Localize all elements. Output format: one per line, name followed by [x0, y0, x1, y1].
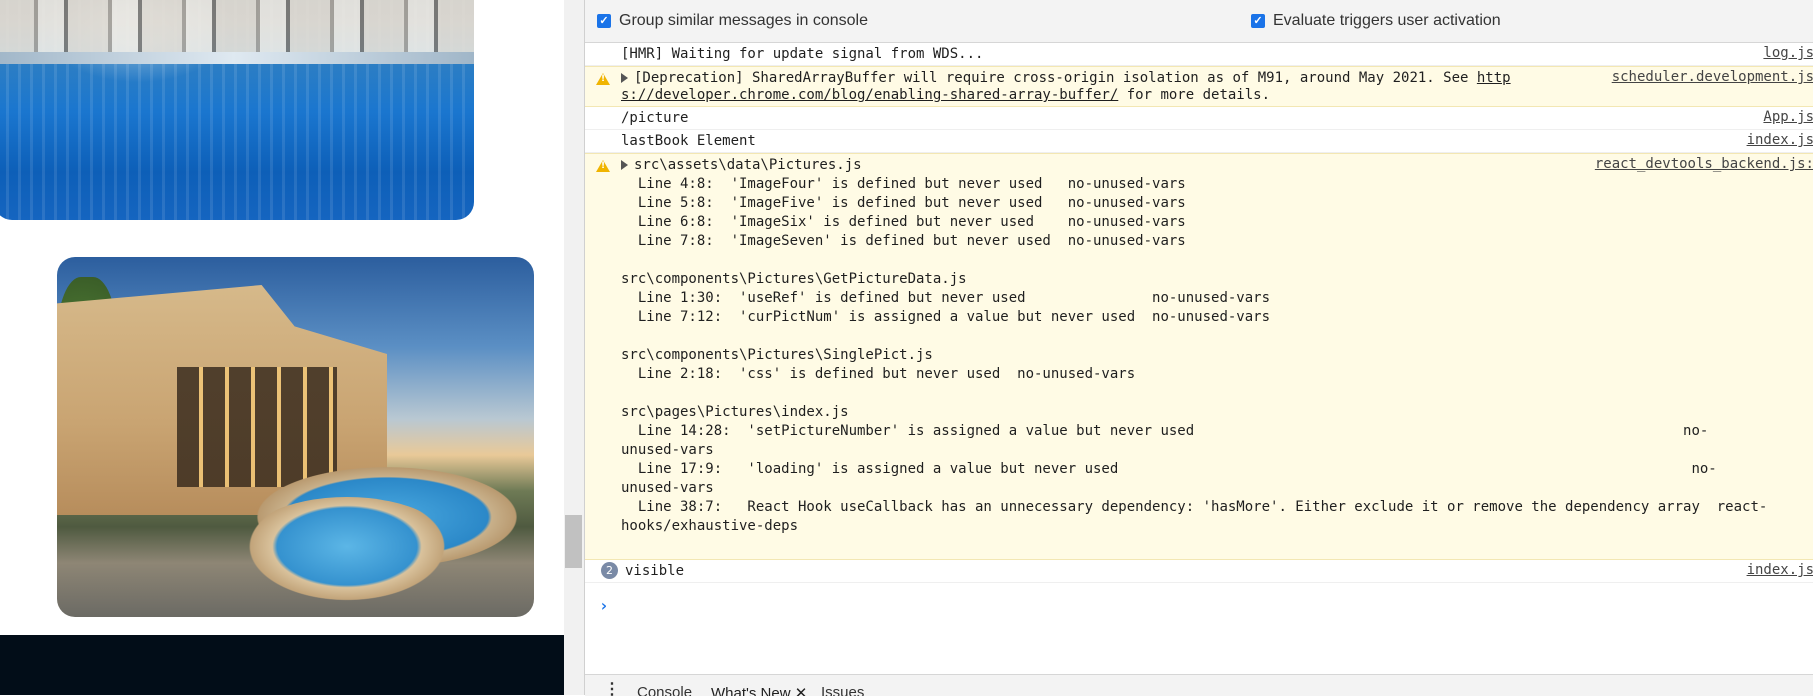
expand-caret-icon[interactable] [621, 160, 628, 170]
console-message: lastBook Element index.js [585, 130, 1813, 153]
group-similar-setting[interactable]: ✓ Group similar messages in console [597, 12, 868, 30]
console-settings-bar: ✓ Group similar messages in console ✓ Ev… [585, 0, 1813, 43]
eslint-detail-line: Line 7:8: 'ImageSeven' is defined but ne… [621, 233, 1186, 249]
console-warning: [Deprecation] SharedArrayBuffer will req… [585, 66, 1813, 107]
message-source-link[interactable]: log.js [1763, 45, 1813, 61]
evaluate-triggers-label: Evaluate triggers user activation [1273, 12, 1501, 29]
eslint-detail-line: src\components\Pictures\SinglePict.js [621, 347, 933, 363]
eslint-detail-line [621, 327, 1767, 346]
photo-building [0, 0, 474, 60]
eslint-detail-line: Line 7:12: 'curPictNum' is assigned a va… [621, 309, 1271, 325]
message-source-link[interactable]: index.js [1747, 562, 1813, 578]
eslint-details: Line 4:8: 'ImageFour' is defined but nev… [621, 175, 1767, 536]
message-source-link[interactable]: index.js [1747, 132, 1813, 148]
eslint-detail-line: Line 6:8: 'ImageSix' is defined but neve… [621, 214, 1186, 230]
message-link-continued[interactable]: s://developer.chrome.com/blog/enabling-s… [621, 87, 1118, 103]
eslint-detail-line: src\components\Pictures\GetPictureData.j… [621, 271, 967, 287]
tab-whats-new[interactable]: What's New ✕ [711, 684, 807, 696]
repeat-count-badge: 2 [601, 562, 618, 579]
page-scrollbar[interactable] [564, 0, 584, 695]
message-text: lastBook Element [621, 133, 756, 149]
evaluate-triggers-setting[interactable]: ✓ Evaluate triggers user activation [1251, 12, 1501, 30]
eslint-detail-line: src\pages\Pictures\index.js [621, 404, 849, 420]
photo-deck [0, 52, 474, 64]
warning-icon [596, 160, 610, 172]
evaluate-triggers-checkbox[interactable]: ✓ [1251, 14, 1265, 28]
pool-photo[interactable] [0, 0, 474, 220]
message-source-link[interactable]: App.js [1763, 109, 1813, 125]
drawer-tab-bar: ⋮ Console What's New ✕ Issues [585, 674, 1813, 696]
eslint-detail-line: Line 17:9: 'loading' is assigned a value… [621, 461, 1717, 477]
photo-spa [237, 497, 457, 607]
console-prompt[interactable]: › [599, 596, 609, 615]
eslint-detail-line: Line 4:8: 'ImageFour' is defined but nev… [621, 176, 1186, 192]
eslint-detail-line [621, 384, 1767, 403]
message-text: /picture [621, 110, 689, 126]
eslint-detail-line: Line 2:18: 'css' is defined but never us… [621, 366, 1136, 382]
photo-windows [177, 367, 337, 487]
devtools-panel: ✓ Group similar messages in console ✓ Ev… [584, 0, 1813, 696]
eslint-detail-line: Line 1:30: 'useRef' is defined but never… [621, 290, 1271, 306]
console-messages: [HMR] Waiting for update signal from WDS… [585, 43, 1813, 673]
console-message: [HMR] Waiting for update signal from WDS… [585, 43, 1813, 66]
eslint-detail-line: Line 14:28: 'setPictureNumber' is assign… [621, 423, 1709, 439]
console-message: /picture App.js [585, 106, 1813, 130]
message-text: src\assets\data\Pictures.js [621, 156, 862, 175]
message-text: [HMR] Waiting for update signal from WDS… [621, 46, 984, 62]
tab-issues[interactable]: Issues [821, 684, 864, 696]
page-footer [0, 635, 564, 695]
console-warning: src\assets\data\Pictures.js react_devtoo… [585, 153, 1813, 560]
group-similar-label: Group similar messages in console [619, 12, 868, 29]
tab-console[interactable]: Console [637, 684, 692, 696]
console-message: 2 visible index.js [585, 559, 1813, 583]
page-viewport [0, 0, 564, 695]
message-link[interactable]: http [1477, 70, 1511, 86]
warning-icon [596, 73, 610, 85]
eslint-detail-line: Line 38:7: React Hook useCallback has an… [621, 499, 1768, 515]
eslint-detail-line: unused-vars [621, 442, 714, 458]
message-text-line2: s://developer.chrome.com/blog/enabling-s… [621, 87, 1271, 103]
message-source-link[interactable]: scheduler.development.js [1612, 69, 1813, 85]
eslint-detail-line: hooks/exhaustive-deps [621, 518, 799, 534]
drawer-menu-icon[interactable]: ⋮ [604, 679, 620, 696]
close-tab-icon[interactable]: ✕ [795, 685, 808, 696]
page-scroll-thumb[interactable] [565, 515, 582, 568]
villa-photo[interactable] [57, 257, 534, 617]
eslint-detail-line: unused-vars [621, 480, 714, 496]
group-similar-checkbox[interactable]: ✓ [597, 14, 611, 28]
expand-caret-icon[interactable] [621, 73, 628, 83]
message-source-link[interactable]: react_devtools_backend.js: [1595, 156, 1813, 172]
eslint-detail-line: Line 5:8: 'ImageFive' is defined but nev… [621, 195, 1186, 211]
eslint-detail-line [621, 251, 1767, 270]
message-text: visible [625, 563, 685, 579]
